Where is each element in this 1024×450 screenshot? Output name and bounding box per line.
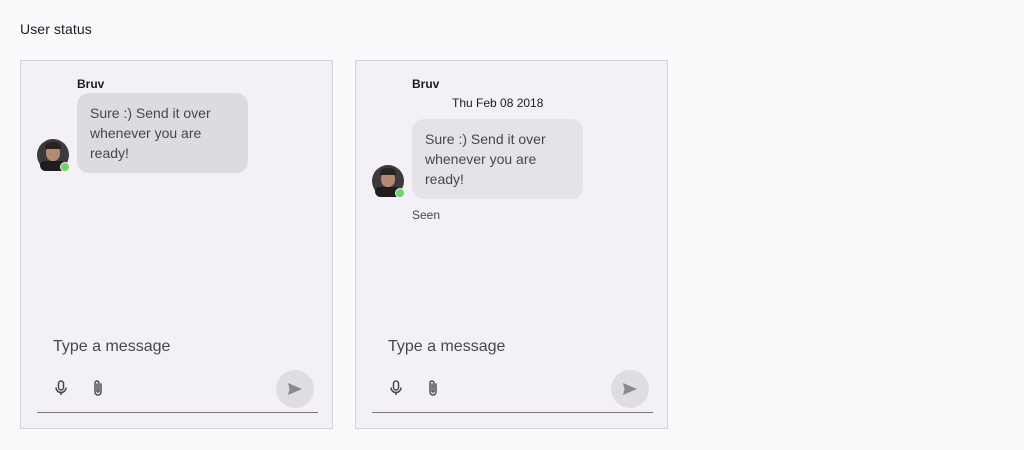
send-icon xyxy=(288,383,302,395)
send-icon xyxy=(623,383,637,395)
message-bubble: Sure :) Send it over whenever you are re… xyxy=(412,119,583,199)
online-status-dot xyxy=(395,188,405,198)
message-date: Thu Feb 08 2018 xyxy=(452,96,544,110)
send-button[interactable] xyxy=(276,370,314,408)
seen-status: Seen xyxy=(412,208,441,222)
section-title: User status xyxy=(20,21,92,37)
online-status-dot xyxy=(60,162,70,172)
send-button[interactable] xyxy=(611,370,649,408)
microphone-icon[interactable] xyxy=(386,378,406,398)
avatar[interactable] xyxy=(372,165,405,198)
chat-panel: Bruv Thu Feb 08 2018 Sure :) Send it ove… xyxy=(355,60,668,429)
microphone-icon[interactable] xyxy=(51,378,71,398)
chat-panel: Bruv Sure :) Send it over whenever you a… xyxy=(20,60,333,429)
avatar[interactable] xyxy=(37,139,70,172)
message-input[interactable] xyxy=(53,338,293,356)
paperclip-icon[interactable] xyxy=(423,378,443,398)
avatar-hair xyxy=(380,168,396,175)
message-bubble: Sure :) Send it over whenever you are re… xyxy=(77,93,248,173)
sender-name: Bruv xyxy=(77,77,105,91)
paperclip-icon[interactable] xyxy=(88,378,108,398)
input-underline xyxy=(372,412,653,413)
avatar-hair xyxy=(45,142,61,149)
message-input[interactable] xyxy=(388,338,628,356)
sender-name: Bruv xyxy=(412,77,440,91)
input-underline xyxy=(37,412,318,413)
